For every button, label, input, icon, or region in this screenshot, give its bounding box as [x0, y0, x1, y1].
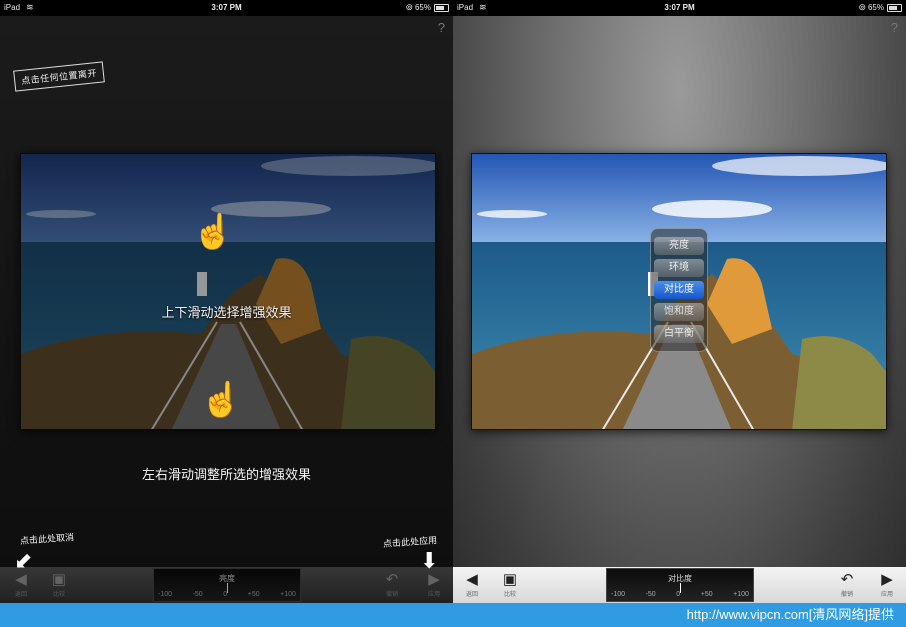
back-arrow-icon: ◀ [466, 571, 478, 588]
slider-tick: 0 [223, 591, 228, 598]
battery-percent: 65% [414, 3, 431, 12]
status-bar: iPad ≋ 3:07 PM ⊚ 65% [453, 0, 906, 16]
compare-label: 比较 [503, 592, 516, 598]
compare-label: 比较 [52, 592, 65, 598]
battery-icon [434, 4, 449, 12]
undo-icon: ↶ [840, 571, 854, 588]
slider-ticks: -100 -50 0 +50 +100 [611, 591, 749, 598]
undo-icon: ↶ [385, 571, 399, 588]
help-button[interactable]: ? [891, 20, 898, 35]
status-bar: iPad ≋ 3:07 PM ⊚ 65% [0, 0, 453, 16]
compare-image-icon: ▣ [51, 571, 67, 588]
apply-button[interactable]: ▶ 应用 [872, 571, 902, 598]
undo-button[interactable]: ↶ 撤销 [377, 571, 407, 598]
lock-rotation-icon: ⊚ [405, 2, 413, 12]
undo-label: 撤销 [840, 592, 853, 598]
back-label: 返回 [14, 592, 27, 598]
bottom-toolbar: ◀ 返回 ▣ 比较 亮度 -100 -50 0 +50 +100 ↶ 撤销 ▶ … [0, 567, 453, 603]
menu-item-brightness[interactable]: 亮度 [654, 237, 704, 255]
swipe-hand-icon: ☝ [192, 213, 235, 251]
source-footer-banner[interactable]: http://www.vipcn.com[清风网络]提供 [0, 603, 906, 627]
enhance-menu[interactable]: 亮度 环境 对比度 饱和度 白平衡 [650, 228, 708, 352]
battery-percent: 65% [867, 3, 884, 12]
slider-tick: +50 [700, 591, 713, 598]
back-button[interactable]: ◀ 返回 [457, 571, 487, 598]
apply-pointer-arrow-icon: ⬇ [420, 548, 439, 573]
apply-button[interactable]: ▶ 应用 [419, 571, 449, 598]
cancel-hint: 点击此处取消 [19, 532, 75, 546]
status-time: 3:07 PM [664, 3, 695, 12]
slider-tick: -50 [192, 591, 203, 598]
slider-tick: +100 [733, 591, 749, 598]
adjust-slider[interactable]: 亮度 -100 -50 0 +50 +100 [153, 568, 301, 602]
slider-tick: +50 [247, 591, 260, 598]
horizontal-swipe-hint: 左右滑动调整所选的增强效果 [141, 467, 311, 482]
undo-button[interactable]: ↶ 撤销 [832, 571, 862, 598]
menu-item-saturation[interactable]: 饱和度 [654, 303, 704, 321]
back-label: 返回 [465, 592, 478, 598]
adjust-slider[interactable]: 对比度 -100 -50 0 +50 +100 [606, 568, 754, 602]
battery-icon [887, 4, 902, 12]
apply-arrow-icon: ▶ [881, 571, 893, 588]
swipe-hand-icon: ☝ [200, 381, 243, 419]
cancel-pointer-arrow-icon: ⬋ [14, 548, 33, 573]
status-time: 3:07 PM [211, 3, 242, 12]
menu-item-contrast[interactable]: 对比度 [654, 281, 704, 299]
apply-label: 应用 [880, 592, 893, 598]
undo-label: 撤销 [385, 592, 398, 598]
left-screen[interactable]: iPad ≋ 3:07 PM ⊚ 65% ? ◀ 返回 ▣ 比较 亮度 -100… [0, 0, 453, 603]
compare-button[interactable]: ▣ 比较 [495, 571, 525, 598]
slider-tick: -100 [611, 591, 626, 598]
back-button[interactable]: ◀ 返回 [6, 571, 36, 598]
exit-hint-badge[interactable]: 点击任何位置离开 [13, 61, 105, 92]
slider-tick: -50 [645, 591, 656, 598]
compare-button[interactable]: ▣ 比较 [44, 571, 74, 598]
slider-ticks: -100 -50 0 +50 +100 [158, 591, 296, 598]
slider-tick: -100 [158, 591, 173, 598]
right-screen[interactable]: iPad ≋ 3:07 PM ⊚ 65% ? 亮度 环境 对比度 饱和度 白平衡… [453, 0, 906, 603]
menu-item-white-balance[interactable]: 白平衡 [654, 325, 704, 343]
bottom-toolbar: ◀ 返回 ▣ 比较 对比度 -100 -50 0 +50 +100 ↶ 撤销 ▶… [453, 567, 906, 603]
lock-rotation-icon: ⊚ [858, 2, 866, 12]
menu-item-ambience[interactable]: 环境 [654, 259, 704, 277]
slider-tick: 0 [676, 591, 681, 598]
apply-label: 应用 [427, 592, 440, 598]
app-stage: iPad ≋ 3:07 PM ⊚ 65% ? ◀ 返回 ▣ 比较 亮度 -100… [0, 0, 906, 627]
slider-tick: +100 [280, 591, 296, 598]
help-button[interactable]: ? [438, 20, 445, 35]
vertical-swipe-hint: 上下滑动选择增强效果 [161, 305, 292, 320]
compare-image-icon: ▣ [502, 571, 518, 588]
